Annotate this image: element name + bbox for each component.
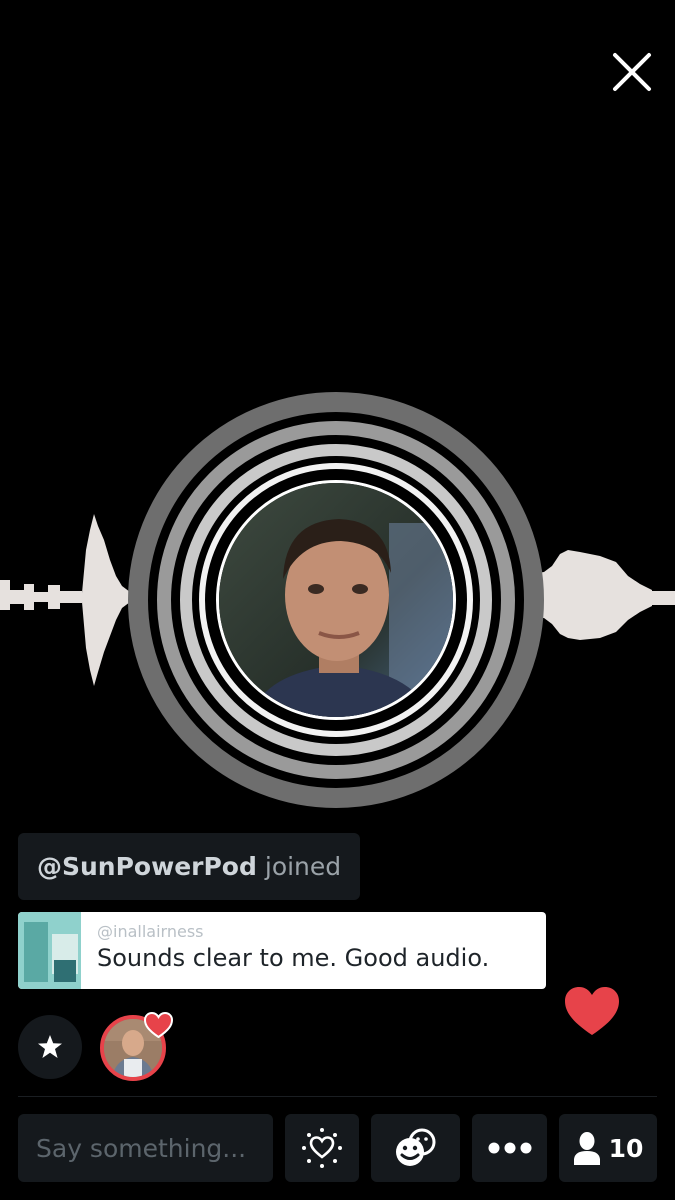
join-action: joined <box>264 852 342 881</box>
floating-heart-icon <box>563 985 621 1037</box>
more-button[interactable] <box>472 1114 547 1182</box>
join-username[interactable]: @SunPowerPod <box>37 852 257 881</box>
close-icon <box>613 53 651 91</box>
comment-text: Sounds clear to me. Good audio. <box>97 944 490 972</box>
heart-sparkle-icon <box>302 1128 342 1168</box>
person-icon <box>573 1132 600 1165</box>
chat-comment: @inallairness Sounds clear to me. Good a… <box>18 912 546 989</box>
star-icon <box>38 1035 62 1058</box>
chat-input[interactable] <box>18 1114 273 1182</box>
comment-avatar[interactable] <box>18 912 81 989</box>
emoji-button[interactable] <box>371 1114 460 1182</box>
heart-button[interactable] <box>285 1114 359 1182</box>
more-icon <box>488 1142 531 1154</box>
comment-handle[interactable]: @inallairness <box>97 922 489 942</box>
close-button[interactable] <box>602 42 662 102</box>
join-notification: @SunPowerPod joined <box>18 833 361 900</box>
star-button[interactable] <box>18 1015 82 1079</box>
speaker-avatar[interactable] <box>216 480 456 720</box>
emoji-icon <box>395 1128 435 1166</box>
divider <box>18 1096 657 1097</box>
viewer-count: 10 <box>608 1133 644 1163</box>
viewers-button[interactable]: 10 <box>559 1114 657 1182</box>
audio-visualizer <box>0 380 675 820</box>
viewer-heart-icon <box>143 1011 174 1039</box>
